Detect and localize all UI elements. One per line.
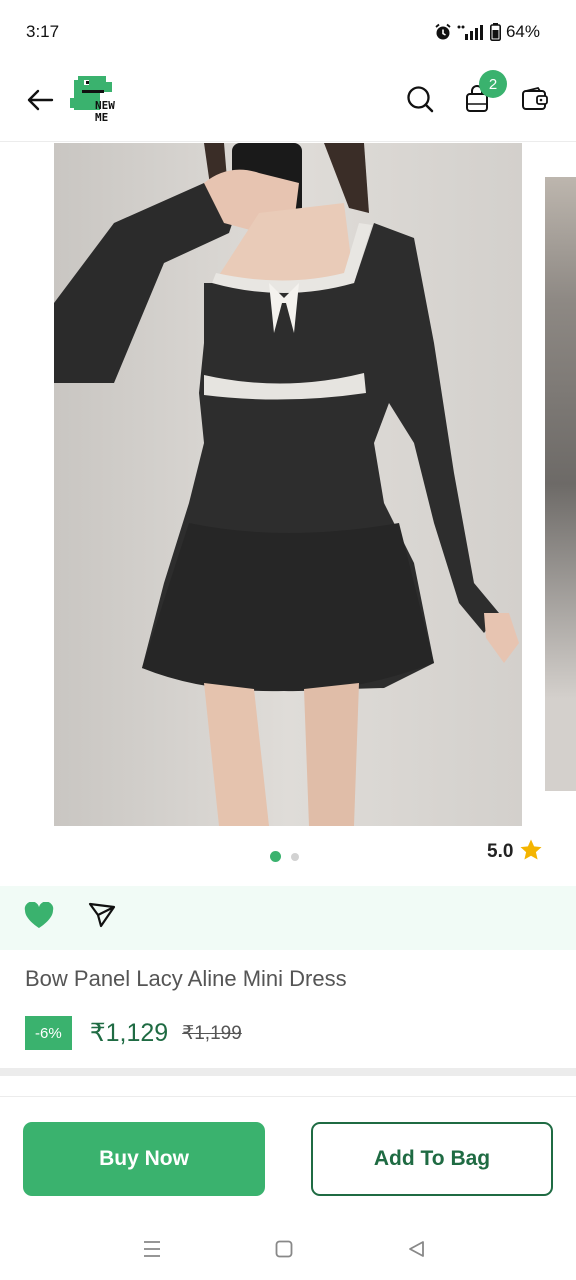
recent-apps-button[interactable] (137, 1236, 167, 1266)
menu-icon (142, 1240, 162, 1262)
bag-count-badge: 2 (479, 70, 507, 98)
product-image[interactable] (54, 143, 522, 826)
signal-icon (457, 24, 485, 40)
section-divider (0, 1068, 576, 1076)
status-bar: 3:17 64% (0, 0, 576, 64)
buy-now-button[interactable]: Buy Now (23, 1122, 265, 1196)
add-to-bag-button[interactable]: Add To Bag (311, 1122, 553, 1196)
product-image-carousel[interactable] (0, 143, 576, 827)
discount-badge: -6% (25, 1016, 72, 1050)
home-button[interactable] (269, 1236, 299, 1266)
search-icon (406, 85, 434, 117)
brand-logo[interactable]: NEW ME (70, 74, 130, 132)
original-price: ₹1,199 (182, 1022, 242, 1044)
carousel-pager (270, 851, 299, 862)
home-icon (275, 1240, 293, 1262)
battery-percent: 64% (505, 22, 540, 41)
product-action-strip (0, 886, 576, 950)
product-title: Bow Panel Lacy Aline Mini Dress (25, 966, 347, 991)
pager-dot (291, 852, 299, 861)
share-icon (88, 902, 116, 932)
pager-dot-active (270, 851, 281, 862)
selling-price: ₹1,129 (89, 1019, 169, 1047)
wishlist-button[interactable] (22, 900, 56, 934)
wallet-button[interactable] (517, 83, 553, 119)
next-product-image[interactable] (545, 177, 576, 791)
heart-icon (24, 901, 54, 933)
product-rating[interactable]: 5.0 (487, 838, 543, 866)
share-button[interactable] (85, 900, 119, 934)
status-time: 3:17 (26, 22, 60, 41)
back-button[interactable] (22, 84, 58, 120)
search-button[interactable] (402, 83, 438, 119)
system-back-button[interactable] (401, 1236, 431, 1266)
battery-icon (489, 23, 501, 41)
system-nav-bar (0, 1220, 576, 1280)
back-arrow-icon (26, 89, 54, 115)
back-icon (407, 1240, 425, 1262)
status-icons: 64% (434, 22, 540, 42)
rating-value: 5.0 (487, 841, 514, 862)
star-icon (519, 838, 543, 866)
footer-divider (0, 1096, 576, 1097)
price-row: -6% ₹1,129 ₹1,199 (25, 1016, 242, 1050)
wallet-icon (521, 86, 549, 116)
alarm-icon (434, 23, 452, 41)
logo-text: NEW ME (95, 99, 115, 124)
